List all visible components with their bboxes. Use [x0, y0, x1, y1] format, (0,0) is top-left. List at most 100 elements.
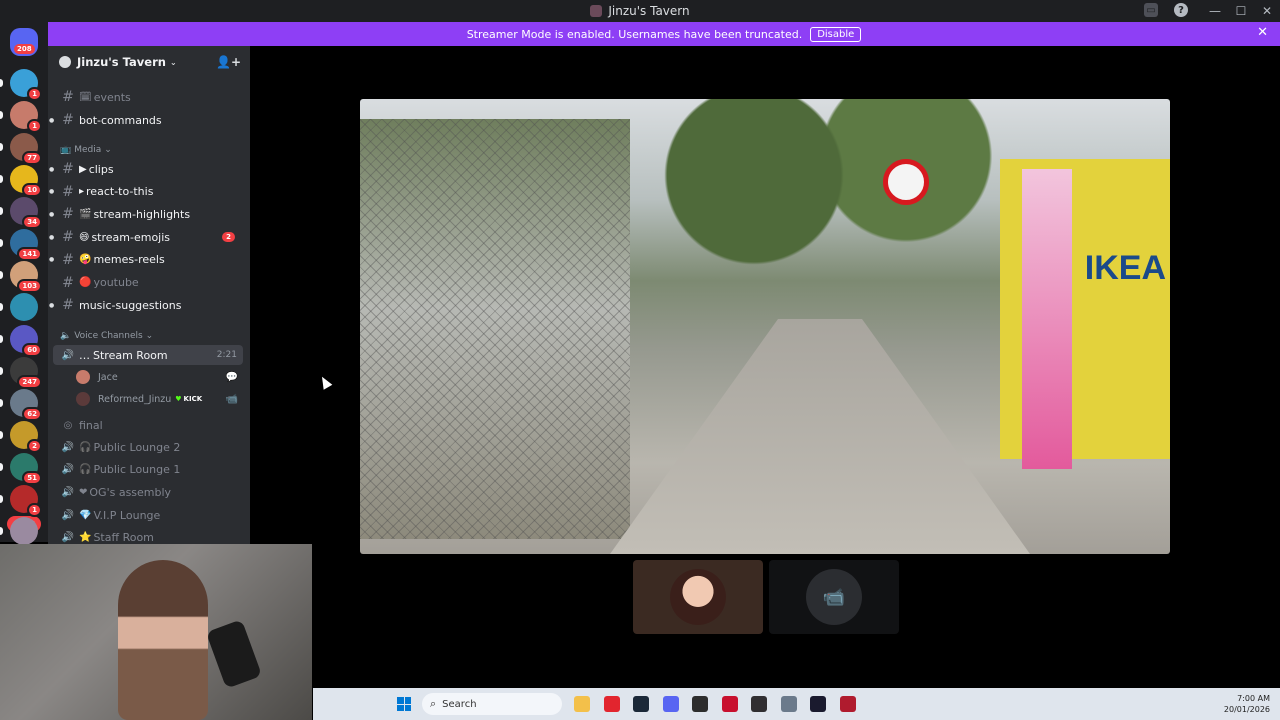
server-icon[interactable]: 103: [0, 261, 42, 293]
media-app-icon[interactable]: [810, 696, 826, 712]
server-list: 208 NEW 1177103414110360247622511: [0, 22, 48, 545]
window-title: Jinzu's Tavern: [608, 4, 690, 18]
server-icon[interactable]: 62: [0, 389, 42, 421]
server-icon[interactable]: 77: [0, 133, 42, 165]
server-icon[interactable]: [0, 517, 38, 545]
minimize-button[interactable]: —: [1202, 4, 1228, 18]
help-icon[interactable]: ?: [1174, 3, 1188, 17]
banner-close-icon[interactable]: ✕: [1257, 25, 1268, 40]
hash-icon: #: [62, 89, 74, 105]
participant-tile-camera[interactable]: 📹: [769, 560, 899, 634]
server-header[interactable]: Jinzu's Tavern ⌄ 👤+: [48, 46, 250, 78]
server-guild-icon: [59, 56, 71, 68]
channel-youtube[interactable]: # 🔴 youtube: [53, 273, 243, 293]
mention-badge: 247: [17, 375, 42, 389]
unread-indicator: ●: [49, 256, 55, 264]
speaker-icon: 🔊: [61, 464, 75, 476]
voice-user-jace[interactable]: Jace 💬: [76, 367, 246, 387]
stage-channel-final[interactable]: ◎ final: [53, 415, 243, 435]
invite-people-icon[interactable]: 👤+: [216, 55, 241, 69]
speaker-icon: 🔊: [61, 509, 75, 521]
voice-channel-stream-room[interactable]: 🔊 … Stream Room 2:21: [53, 345, 243, 365]
server-icon[interactable]: 34: [0, 197, 42, 229]
voice-channel-public-lounge-1[interactable]: 🔊 🎧 Public Lounge 1: [53, 460, 243, 480]
obs-icon[interactable]: [751, 696, 767, 712]
channel-clips[interactable]: ● # ▶ clips: [49, 159, 243, 179]
discord-icon[interactable]: [662, 696, 679, 712]
channel-stream-highlights[interactable]: ● # 🎬 stream-highlights: [49, 204, 243, 224]
category-label: Media: [74, 145, 102, 155]
channel-label: youtube: [93, 276, 139, 289]
kick-label: KICK: [183, 395, 203, 403]
opera-icon[interactable]: [603, 696, 620, 712]
channel-emoji: 😄: [79, 231, 90, 243]
inbox-icon[interactable]: ▭: [1144, 3, 1158, 17]
server-icon[interactable]: 1: [0, 485, 42, 517]
home-discord-icon[interactable]: 208: [10, 28, 38, 56]
voice-timer: 2:21: [216, 350, 237, 360]
close-window-button[interactable]: ✕: [1254, 4, 1280, 18]
speaker-icon: 🔊: [61, 532, 75, 544]
server-icon[interactable]: 60: [0, 325, 42, 357]
category-voice[interactable]: 🔈 Voice Channels ⌄: [60, 331, 153, 341]
settings-icon[interactable]: [780, 696, 797, 712]
server-icon[interactable]: 51: [0, 453, 42, 485]
server-icon[interactable]: 1: [0, 101, 42, 133]
voice-channel-public-lounge-2[interactable]: 🔊 🎧 Public Lounge 2: [53, 437, 243, 457]
unread-indicator: ●: [49, 165, 55, 173]
channel-label: Public Lounge 2: [93, 440, 181, 454]
windows-start-icon[interactable]: [397, 697, 411, 711]
voice-user-reformed-jinzu[interactable]: Reformed_Jinzu ♥ KICK 📹: [76, 389, 246, 409]
server-icon[interactable]: [0, 293, 38, 321]
server-icon[interactable]: 10: [0, 165, 42, 197]
unread-pill: [0, 335, 3, 343]
voice-channel-staff-room[interactable]: 🔊 ⭐ Staff Room: [53, 528, 243, 544]
mouse-cursor: [317, 374, 333, 390]
mention-badge: 103: [17, 279, 42, 293]
video-camera-icon: 📹: [806, 569, 862, 625]
channel-label: clips: [88, 162, 114, 176]
terminal-icon[interactable]: [692, 696, 708, 712]
game-app-icon[interactable]: [721, 696, 738, 712]
red-app-icon[interactable]: [839, 696, 856, 712]
channel-events[interactable]: # 🗓 events: [53, 87, 243, 107]
system-clock[interactable]: 7:00 AM 20/01/2026: [1224, 693, 1270, 715]
file-explorer-icon[interactable]: [574, 696, 590, 712]
voice-channel-v-i-p-lounge[interactable]: 🔊 💎 V.I.P Lounge: [53, 505, 243, 525]
steam-icon[interactable]: [633, 696, 649, 712]
channel-stream-emojis[interactable]: ● # 😄 stream-emojis 2: [49, 227, 243, 247]
channel-prefix: …: [79, 348, 90, 362]
mention-badge: 77: [22, 151, 42, 165]
title-bar: Jinzu's Tavern ▭ ? — ☐ ✕: [0, 0, 1280, 22]
server-icon[interactable]: 141: [0, 229, 42, 261]
webcam-overlay: [0, 544, 312, 720]
server-icon[interactable]: 2: [0, 421, 42, 453]
taskbar-search[interactable]: ⌕ Search: [422, 693, 562, 715]
channel-label: Public Lounge 1: [93, 463, 181, 477]
disable-button[interactable]: Disable: [810, 26, 862, 42]
channel-label: memes-reels: [93, 253, 165, 267]
maximize-button[interactable]: ☐: [1228, 4, 1254, 18]
category-media[interactable]: 📺 Media ⌄: [60, 145, 112, 155]
hash-icon: #: [62, 161, 74, 177]
channel-bot-commands[interactable]: ● # bot-commands: [49, 110, 243, 130]
unread-pill: [0, 271, 3, 279]
channel-music-suggestions[interactable]: ● # music-suggestions: [49, 295, 243, 315]
speaker-icon: 🔊: [61, 486, 75, 498]
unread-pill: [0, 79, 3, 87]
screen-share-stream[interactable]: IKEA: [360, 99, 1170, 554]
channel-memes-reels[interactable]: ● # 🤪 memes-reels: [49, 250, 243, 270]
voice-channel-og-s-assembly[interactable]: 🔊 ❤ OG's assembly: [53, 482, 243, 502]
heart-icon: ♥: [175, 395, 182, 403]
channel-label: stream-highlights: [93, 207, 191, 221]
unread-pill: [0, 431, 3, 439]
channel-react-to-this[interactable]: ● # ▸ react-to-this: [49, 182, 243, 202]
server-icon[interactable]: 1: [0, 69, 42, 101]
server-icon[interactable]: 247: [0, 357, 42, 389]
unread-pill: [0, 239, 3, 247]
voice-user-name: Reformed_Jinzu: [98, 393, 172, 405]
channel-emoji: 🎬: [79, 208, 92, 220]
participant-tile-avatar[interactable]: [633, 560, 763, 634]
channel-label: OG's assembly: [89, 485, 172, 499]
unread-pill: [0, 463, 3, 471]
